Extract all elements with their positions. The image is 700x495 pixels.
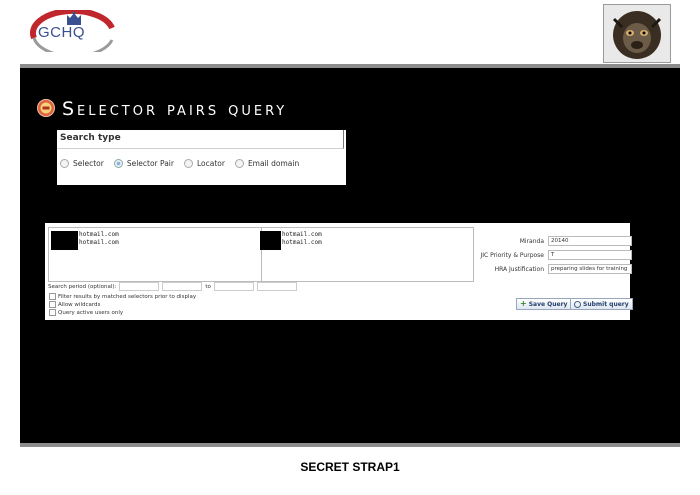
search-type-panel: Search type Selector Selector Pair Locat…	[57, 130, 346, 185]
allow-wildcards-checkbox[interactable]	[49, 301, 56, 308]
miranda-row: Miranda 20140	[474, 236, 632, 246]
period-end-date[interactable]	[213, 282, 254, 291]
active-users-checkbox-row[interactable]: Query active users only	[49, 309, 123, 316]
period-to-label: to	[205, 283, 211, 290]
classification-marking: SECRET STRAP1	[300, 460, 400, 474]
redaction-block	[260, 231, 281, 250]
save-query-button[interactable]: + Save Query	[516, 298, 572, 310]
selector-left-2: hotmail.com	[79, 239, 119, 246]
save-query-label: Save Query	[528, 300, 568, 308]
filter-matched-checkbox-row[interactable]: Filter results by matched selectors prio…	[49, 293, 196, 300]
radio-selector-pair-label: Selector Pair	[126, 159, 174, 168]
submit-query-label: Submit query	[583, 300, 629, 308]
search-period-row: Search period (optional): to	[48, 282, 297, 291]
period-start-time[interactable]	[162, 282, 203, 291]
filter-matched-label: Filter results by matched selectors prio…	[58, 293, 197, 300]
radio-email-domain-label: Email domain	[247, 159, 300, 168]
search-period-label: Search period (optional):	[48, 283, 117, 290]
active-users-label: Query active users only	[58, 309, 124, 316]
radio-selector-label: Selector	[73, 159, 104, 168]
search-type-heading: Search type	[60, 133, 121, 143]
radio-selector-circle[interactable]	[60, 159, 69, 168]
plus-icon: +	[520, 299, 527, 308]
app-icon	[37, 99, 55, 117]
allow-wildcards-checkbox-row[interactable]: Allow wildcards	[49, 301, 100, 308]
redaction-block	[51, 231, 78, 250]
bottom-frame-bar	[20, 443, 680, 447]
radio-locator-label: Locator	[196, 159, 225, 168]
jic-row: JIC Priority & Purpose T	[474, 250, 632, 260]
period-end-time[interactable]	[256, 282, 297, 291]
page-title: Selector pairs query	[62, 98, 288, 120]
hra-label: HRA Justification	[494, 265, 544, 273]
allow-wildcards-label: Allow wildcards	[58, 301, 101, 308]
search-type-header: Search type	[57, 130, 344, 149]
hra-input[interactable]: preparing slides for training	[548, 264, 632, 274]
hra-row: HRA Justification preparing slides for t…	[474, 264, 632, 274]
period-start-date[interactable]	[119, 282, 160, 291]
jic-input[interactable]: T	[548, 250, 632, 260]
miranda-label: Miranda	[519, 237, 544, 245]
search-type-options: Selector Selector Pair Locator Email dom…	[60, 159, 299, 168]
radio-email-domain[interactable]: Email domain	[234, 159, 300, 168]
active-users-checkbox[interactable]	[49, 309, 56, 316]
radio-selector[interactable]: Selector	[60, 159, 104, 168]
selector-left-1: hotmail.com	[79, 231, 119, 238]
radio-selector-pair[interactable]: Selector Pair	[113, 159, 174, 168]
radio-email-domain-circle[interactable]	[234, 159, 244, 168]
query-panel: hotmail.com hotmail.com hotmail.com hotm…	[45, 223, 633, 320]
search-icon	[574, 300, 581, 308]
submit-query-button[interactable]: Submit query	[570, 298, 633, 310]
gchq-logo-text: GCHQ	[38, 24, 85, 41]
selector-list-left[interactable]: hotmail.com hotmail.com	[48, 227, 262, 282]
radio-locator[interactable]: Locator	[183, 159, 225, 168]
selector-right-2: hotmail.com	[282, 239, 322, 246]
jic-label: JIC Priority & Purpose	[480, 251, 544, 259]
miranda-input[interactable]: 20140	[548, 236, 632, 246]
radio-selector-pair-circle[interactable]	[113, 159, 123, 168]
selector-list-right[interactable]: hotmail.com hotmail.com	[260, 227, 474, 282]
radio-locator-circle[interactable]	[183, 159, 193, 168]
selector-right-1: hotmail.com	[282, 231, 322, 238]
filter-matched-checkbox[interactable]	[49, 293, 56, 300]
monkey-image	[603, 4, 671, 63]
